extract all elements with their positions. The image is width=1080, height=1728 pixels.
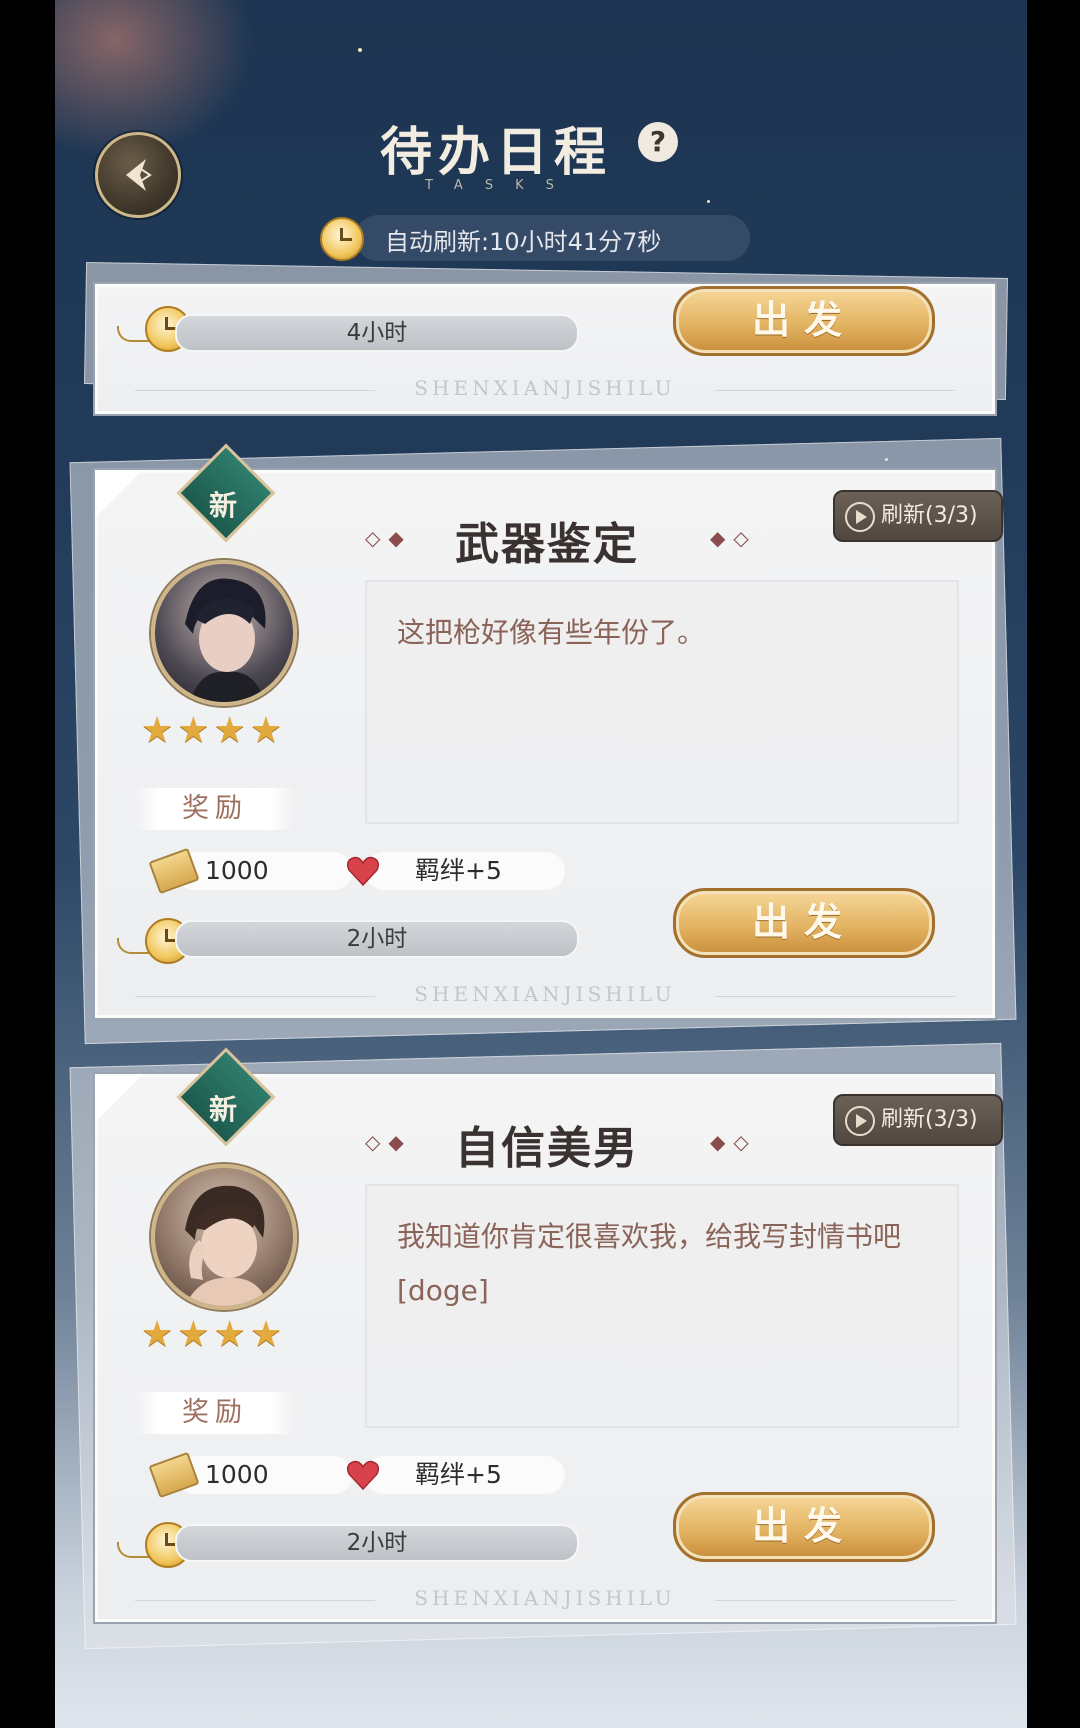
- back-button[interactable]: [95, 132, 181, 218]
- go-button[interactable]: 出发: [673, 888, 935, 958]
- reward-label: 奖励: [135, 1392, 295, 1434]
- game-screen: 待办日程 ? TASKS 自动刷新:10小时41分7秒 4小时 出发 SHENX…: [55, 0, 1027, 1728]
- star-rating: ★★★★: [141, 1314, 287, 1355]
- brand-watermark: SHENXIANJISHILU: [414, 982, 676, 1006]
- reward-amount-text: 1000: [205, 1460, 269, 1489]
- play-icon: [845, 1106, 875, 1136]
- duration-bar: 2小时: [175, 1524, 579, 1562]
- task-description-box: 这把枪好像有些年份了。: [365, 580, 959, 824]
- task-description: 我知道你肯定很喜欢我，给我写封情书吧[doge]: [397, 1220, 902, 1307]
- task-card: 4小时 出发 SHENXIANJISHILU: [93, 282, 997, 416]
- play-icon: [845, 502, 875, 532]
- duration-bar: 4小时: [175, 314, 579, 352]
- page-title: 待办日程: [380, 122, 613, 183]
- bond-reward-text: 羁绊+5: [415, 1460, 502, 1489]
- divider: [715, 996, 955, 997]
- character-portrait: [185, 578, 266, 702]
- card-corner: [95, 1074, 143, 1122]
- brand-watermark: SHENXIANJISHILU: [414, 376, 676, 400]
- auto-refresh-text: 自动刷新:10小时41分7秒: [385, 228, 662, 256]
- reward-label: 奖励: [135, 788, 295, 830]
- refresh-button-label: 刷新(3/3): [881, 1107, 978, 1132]
- refresh-button[interactable]: 刷新(3/3): [833, 1094, 1003, 1146]
- title-ornament-right: ◆◇: [710, 526, 757, 550]
- new-tag-text: 新: [208, 1093, 237, 1126]
- task-description: 这把枪好像有些年份了。: [397, 616, 706, 649]
- new-tag-text: 新: [208, 489, 237, 522]
- heart-icon: [346, 856, 380, 887]
- card-corner: [95, 470, 143, 518]
- refresh-button[interactable]: 刷新(3/3): [833, 490, 1003, 542]
- title-ornament-left: ◇◆: [365, 526, 412, 550]
- duration-bar: 2小时: [175, 920, 579, 958]
- task-description-box: 我知道你肯定很喜欢我，给我写封情书吧[doge]: [365, 1184, 959, 1428]
- go-button[interactable]: 出发: [673, 286, 935, 356]
- star-rating: ★★★★: [141, 710, 287, 751]
- reward-amount: 1000: [175, 1456, 353, 1494]
- title-ornament-left: ◇◆: [365, 1130, 412, 1154]
- character-avatar[interactable]: [151, 1164, 297, 1310]
- star-sparkle: [358, 48, 362, 52]
- page-subtitle: TASKS: [425, 178, 576, 193]
- back-arrow-icon: [126, 159, 152, 191]
- help-icon[interactable]: ?: [638, 122, 678, 162]
- divider: [715, 390, 955, 391]
- bond-reward: 羁绊+5: [365, 852, 565, 890]
- task-title: 武器鉴定: [455, 519, 639, 570]
- task-title: 自信美男: [455, 1123, 639, 1174]
- brand-watermark: SHENXIANJISHILU: [414, 1586, 676, 1610]
- divider: [715, 1600, 955, 1601]
- title-ornament-right: ◆◇: [710, 1130, 757, 1154]
- bond-reward-text: 羁绊+5: [415, 856, 502, 885]
- pocket-watch-icon: [320, 217, 364, 261]
- task-card: 新 ★★★★ 奖励 1000 羁绊+5 2小时 ◇◆ 自信美男 ◆◇ 刷新(3/…: [93, 1047, 1003, 1624]
- task-card: 新 ★★★★ 奖励 1000 羁绊+5 2小时 ◇◆ 武器鉴定 ◆◇ 刷新(3/…: [93, 443, 1003, 1020]
- star-sparkle: [707, 200, 710, 203]
- character-portrait: [185, 1185, 269, 1306]
- bond-reward: 羁绊+5: [365, 1456, 565, 1494]
- character-avatar[interactable]: [151, 560, 297, 706]
- reward-amount-text: 1000: [205, 856, 269, 885]
- refresh-button-label: 刷新(3/3): [881, 503, 978, 528]
- heart-icon: [346, 1460, 380, 1491]
- go-button[interactable]: 出发: [673, 1492, 935, 1562]
- reward-amount: 1000: [175, 852, 353, 890]
